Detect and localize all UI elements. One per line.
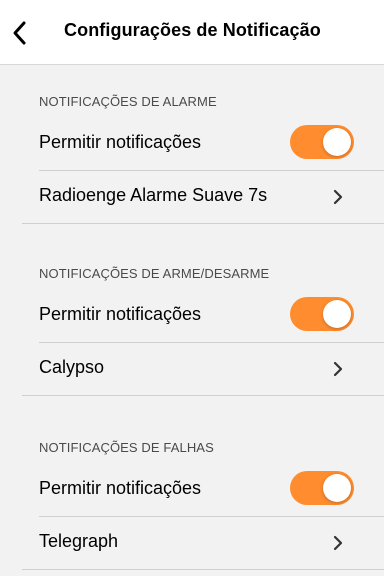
chevron-right-icon bbox=[333, 189, 343, 205]
section-divider bbox=[22, 569, 384, 570]
sound-label-arm-disarm: Calypso bbox=[39, 357, 105, 377]
navigation-bar: Configurações de Notificação bbox=[0, 0, 384, 65]
allow-notifications-toggle-arm-disarm[interactable] bbox=[290, 297, 354, 331]
allow-notifications-toggle-failures[interactable] bbox=[290, 471, 354, 505]
sound-label-failures: Telegraph bbox=[39, 531, 119, 551]
section-header-arm-disarm: NOTIFICAÇÕES DE ARME/DESARME bbox=[39, 266, 270, 281]
section-failures: NOTIFICAÇÕES DE FALHAS Permitir notifica… bbox=[22, 432, 384, 570]
section-alarm: NOTIFICAÇÕES DE ALARME Permitir notifica… bbox=[22, 86, 384, 224]
toggle-knob bbox=[323, 300, 351, 328]
toggle-knob bbox=[323, 128, 351, 156]
section-divider bbox=[22, 395, 384, 396]
allow-notifications-label-arm-disarm: Permitir notificações bbox=[39, 304, 202, 324]
section-divider bbox=[22, 223, 384, 224]
allow-notifications-label-alarm: Permitir notificações bbox=[39, 132, 202, 152]
allow-notifications-toggle-alarm[interactable] bbox=[290, 125, 354, 159]
chevron-right-icon bbox=[333, 535, 343, 551]
chevron-right-icon bbox=[333, 361, 343, 377]
section-arm-disarm: NOTIFICAÇÕES DE ARME/DESARME Permitir no… bbox=[22, 258, 384, 396]
section-header-failures: NOTIFICAÇÕES DE FALHAS bbox=[39, 440, 214, 455]
section-header-alarm: NOTIFICAÇÕES DE ALARME bbox=[39, 94, 217, 109]
toggle-knob bbox=[323, 474, 351, 502]
sound-label-alarm: Radioenge Alarme Suave 7s bbox=[39, 185, 268, 205]
allow-notifications-label-failures: Permitir notificações bbox=[39, 478, 202, 498]
chevron-left-icon bbox=[13, 21, 26, 45]
back-button[interactable] bbox=[6, 18, 36, 48]
page-title: Configurações de Notificação bbox=[64, 20, 321, 40]
